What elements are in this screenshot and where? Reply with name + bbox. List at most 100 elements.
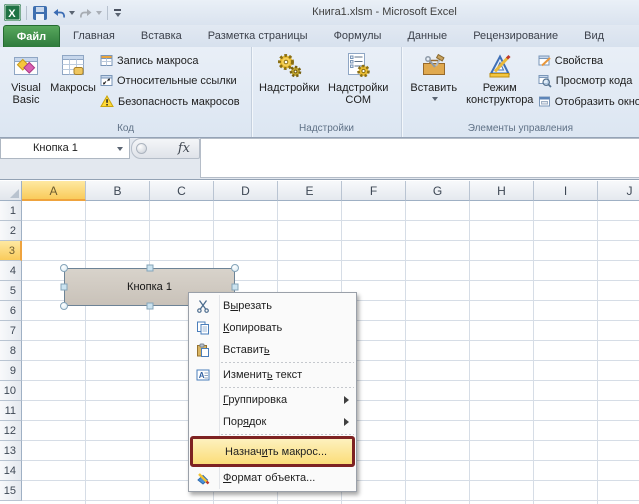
svg-text:A: A [199,371,205,380]
row-header-7[interactable]: 7 [0,321,22,341]
ribbon-group-code: Visual Basic Макросы Запись макроса Отно… [0,47,251,137]
addins-button[interactable]: Надстройки [259,50,319,94]
dialog-window-icon [538,95,551,108]
set-square-pencil-icon [486,50,513,80]
handle-top-left[interactable] [60,264,68,272]
paste-icon [189,343,217,357]
handle-middle-right[interactable] [231,283,239,291]
row-header-13[interactable]: 13 [0,441,22,461]
column-header-C[interactable]: C [150,181,214,201]
com-addins-icon [345,50,371,80]
submenu-arrow-icon [344,418,349,426]
visual-basic-icon [13,50,39,80]
window-title: Книга1.xlsm - Microsoft Excel [312,6,457,18]
show-dialog-button[interactable]: Отобразить окно [538,93,639,110]
column-header-J[interactable]: J [598,181,639,201]
macros-icon [60,50,86,80]
column-header-A[interactable]: A [22,181,86,201]
ribbon-group-addins: Надстройки Надстройки COM Надстройки [251,47,401,137]
edit-text-icon: A [189,368,217,382]
excel-window: X Книга1.xlsm - Microsoft Excel Файл Гла… [0,0,639,504]
menu-item-cut[interactable]: Вырезать [189,295,356,317]
handle-top-center[interactable] [146,264,154,272]
tab-view[interactable]: Вид [571,25,617,47]
row-header-9[interactable]: 9 [0,361,22,381]
row-header-3[interactable]: 3 [0,241,22,261]
properties-button[interactable]: Свойства [538,52,603,69]
name-box-dropdown-icon[interactable] [117,147,123,151]
handle-top-right[interactable] [231,264,239,272]
row-header-8[interactable]: 8 [0,341,22,361]
view-code-icon [538,74,552,88]
tab-file[interactable]: Файл [3,25,60,47]
ribbon: Visual Basic Макросы Запись макроса Отно… [0,47,639,138]
row-headers: 1 2 3 4 5 6 7 8 9 10 11 12 13 14 15 [0,201,22,504]
column-header-G[interactable]: G [406,181,470,201]
tab-review[interactable]: Рецензирование [460,25,571,47]
tab-insert[interactable]: Вставка [128,25,195,47]
handle-middle-left[interactable] [60,283,68,291]
macro-security-button[interactable]: Безопасность макросов [100,93,240,110]
handle-bottom-left[interactable] [60,302,68,310]
row-header-1[interactable]: 1 [0,201,22,221]
row-header-12[interactable]: 12 [0,421,22,441]
row-header-6[interactable]: 6 [0,301,22,321]
group-label-controls: Элементы управления [467,123,574,134]
menu-item-paste[interactable]: Вставить [189,339,356,361]
row-header-2[interactable]: 2 [0,221,22,241]
row-header-15[interactable]: 15 [0,481,22,501]
tab-data[interactable]: Данные [394,25,460,47]
record-macro-button[interactable]: Запись макроса [100,52,199,69]
menu-item-grouping[interactable]: Группировка [189,389,356,411]
row-header-5[interactable]: 5 [0,281,22,301]
visual-basic-button[interactable]: Visual Basic [4,50,48,106]
view-code-button[interactable]: Просмотр кода [538,72,632,89]
title-bar: X Книга1.xlsm - Microsoft Excel [0,0,639,25]
menu-item-assign-macro[interactable]: Назначить макрос... [190,436,355,467]
formula-bar-area: Кнопка 1 fx [0,138,639,180]
column-header-B[interactable]: B [86,181,150,201]
relative-references-button[interactable]: Относительные ссылки [100,72,237,89]
handle-bottom-center[interactable] [146,302,154,310]
relative-references-icon [100,74,113,87]
tab-page-layout[interactable]: Разметка страницы [195,25,321,47]
formula-bar-knob [136,143,147,154]
formula-input[interactable] [200,138,639,178]
row-header-4[interactable]: 4 [0,261,22,281]
insert-function-button[interactable]: fx [131,138,200,159]
fx-icon: fx [177,141,190,156]
select-all-corner[interactable] [0,181,22,201]
group-label-code: Код [117,123,135,134]
row-header-10[interactable]: 10 [0,381,22,401]
name-box[interactable]: Кнопка 1 [0,138,130,159]
scissors-icon [189,299,217,313]
insert-controls-button[interactable]: Вставить [410,50,458,101]
gears-icon [276,50,303,80]
copy-icon [189,321,217,335]
context-menu: Вырезать Копировать Вставить A Изменить … [188,292,357,492]
menu-item-format-object[interactable]: Формат объекта... [189,467,356,489]
ribbon-group-controls: Вставить Режим конструктора Свойства Про… [400,47,639,137]
submenu-arrow-icon [344,396,349,404]
menu-item-order[interactable]: Порядок [189,411,356,433]
column-header-D[interactable]: D [214,181,278,201]
insert-dropdown-icon[interactable] [431,97,438,101]
row-header-14[interactable]: 14 [0,461,22,481]
tab-home[interactable]: Главная [60,25,128,47]
column-header-F[interactable]: F [342,181,406,201]
tab-formulas[interactable]: Формулы [321,25,395,47]
menu-item-copy[interactable]: Копировать [189,317,356,339]
toolbox-icon [421,50,447,80]
worksheet: ABCDEFGHIJ 1 2 3 4 5 6 7 8 9 10 11 12 13 14 15 Кнопка … [0,180,639,504]
menu-item-edit-text[interactable]: A Изменить текст [189,364,356,386]
column-header-I[interactable]: I [534,181,598,201]
com-addins-button[interactable]: Надстройки COM [322,50,394,106]
row-header-11[interactable]: 11 [0,401,22,421]
column-header-E[interactable]: E [278,181,342,201]
column-header-H[interactable]: H [470,181,534,201]
design-mode-button[interactable]: Режим конструктора [462,50,538,106]
ribbon-tab-bar: Файл Главная Вставка Разметка страницы Ф… [0,25,639,47]
macros-button[interactable]: Макросы [50,50,96,94]
column-headers: ABCDEFGHIJ [22,181,639,201]
select-all-triangle-icon [10,189,19,198]
